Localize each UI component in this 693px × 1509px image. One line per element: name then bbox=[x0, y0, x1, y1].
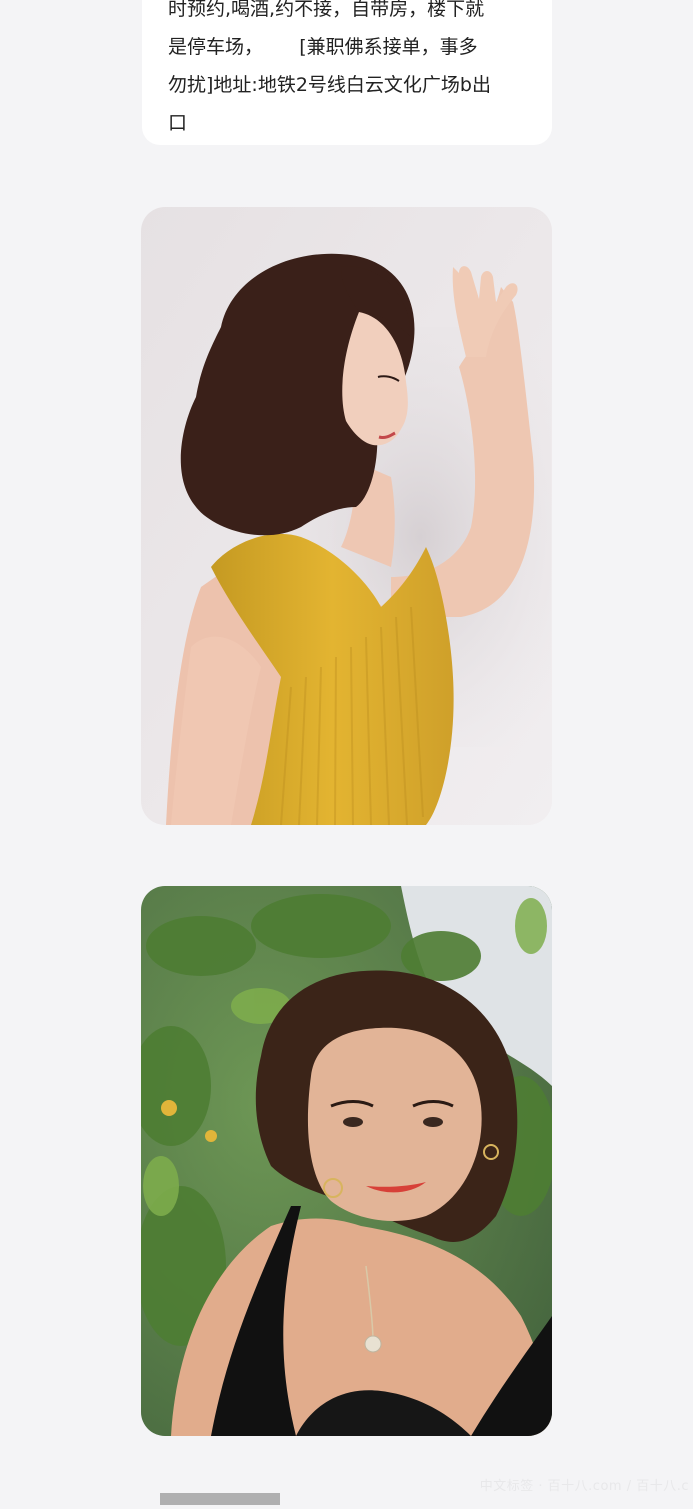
post-text: 时预约,喝酒,约不接，自带房，楼下就 是停车场， [兼职佛系接单，事多 勿扰]地… bbox=[168, 0, 534, 142]
post-text-line: 勿扰]地址:地铁2号线白云文化广场b出 bbox=[168, 74, 491, 96]
post-text-card: 时预约,喝酒,约不接，自带房，楼下就 是停车场， [兼职佛系接单，事多 勿扰]地… bbox=[142, 0, 552, 145]
next-photo-peek bbox=[160, 1490, 280, 1505]
post-photo-1[interactable] bbox=[141, 207, 552, 825]
photo-image bbox=[141, 886, 552, 1436]
post-text-line: 口 bbox=[168, 112, 188, 134]
post-text-line: 是停车场， [兼职佛系接单，事多 bbox=[168, 36, 478, 58]
photo-image bbox=[141, 207, 552, 825]
watermark-text: 中文标签 · 百十八.com / 百十八.c bbox=[479, 1479, 689, 1494]
post-text-line: 时预约,喝酒,约不接，自带房，楼下就 bbox=[168, 0, 485, 20]
post-photo-2[interactable] bbox=[141, 886, 552, 1436]
